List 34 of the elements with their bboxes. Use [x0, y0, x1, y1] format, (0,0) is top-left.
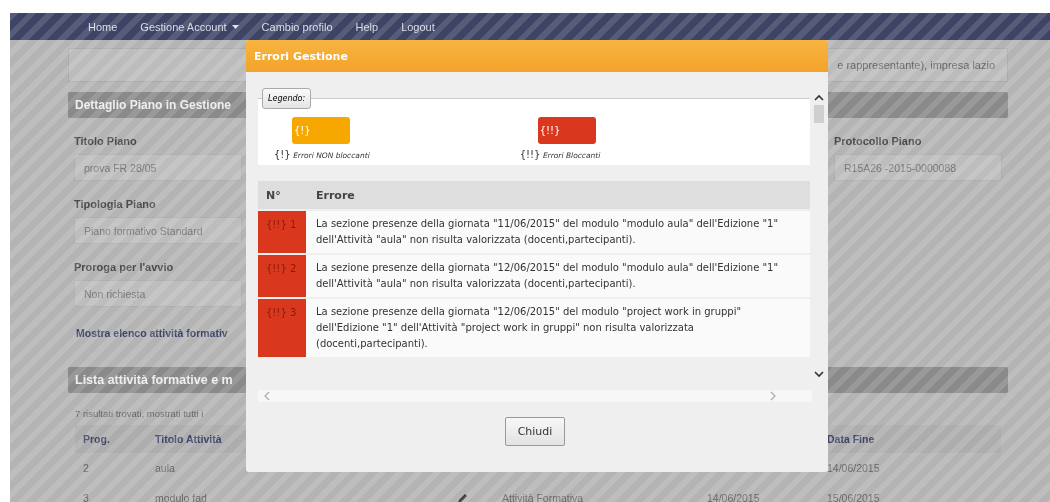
field-label: Proroga per l'avvio	[74, 261, 175, 273]
user-info-text: e rappresentante), impresa lazio	[837, 59, 995, 71]
table-cell-text: aula	[155, 462, 176, 474]
dialog-title: Errori Gestione	[246, 40, 828, 72]
error-code-cell: {!!} 1	[258, 211, 306, 253]
column-header: Errore	[315, 188, 355, 202]
column-header: Titolo Attività	[155, 433, 223, 445]
field-label: Titolo Piano	[74, 135, 138, 147]
table-cell-text: modulo fad	[155, 492, 208, 502]
nav-link[interactable]: Help	[355, 21, 379, 33]
error-message: La sezione presenze della giornata "12/06/2015" del modulo "modulo aula" dell'Edizione "1" dell'Attività "aula" non risulta valorizzata (docenti,partecipanti).	[315, 261, 780, 291]
nav-link[interactable]: Gestione Account	[140, 21, 239, 33]
column-header: Data Fine	[827, 433, 876, 445]
error-code-cell: {!!} 2	[258, 255, 306, 297]
error-message: La sezione presenze della giornata "11/06/2015" del modulo "modulo aula" dell'Edizione "1" dell'Attività "aula" non risulta valorizzata (docenti,partecipanti).	[315, 217, 780, 247]
nav-link[interactable]: Cambio profilo	[261, 21, 333, 33]
table-cell-text: 3	[82, 492, 90, 502]
table-cell: Attività Formativa	[502, 492, 584, 502]
field-label: Protocollo Piano	[834, 135, 923, 147]
error-code-cell: {!!} 3	[258, 299, 306, 357]
legend-label: Legendo:	[262, 88, 312, 109]
field-label: Tipologia Piano	[74, 198, 157, 210]
table-cell: 14/06/2015	[707, 492, 760, 502]
table-cell-text: 14/06/2015	[827, 462, 881, 474]
table-cell-text: 15/06/2015	[827, 492, 881, 502]
legend-badge: {!!}	[537, 117, 596, 144]
error-message: La sezione presenze della giornata "12/06/2015" del modulo "project work in gruppi" dell'Edizione "1" dell'Attività "project work in gruppi" non risulta valorizzata (docenti,partecipanti).	[315, 305, 743, 351]
column-header: Prog.	[82, 433, 111, 445]
table-cell-text: 2	[82, 462, 90, 474]
nav-link[interactable]: Logout	[401, 21, 435, 33]
close-button[interactable]: Chiudi	[504, 417, 566, 446]
nav-link[interactable]: Home	[88, 21, 118, 33]
legend-badge: {!}	[292, 117, 350, 144]
column-header: N°	[265, 188, 282, 202]
